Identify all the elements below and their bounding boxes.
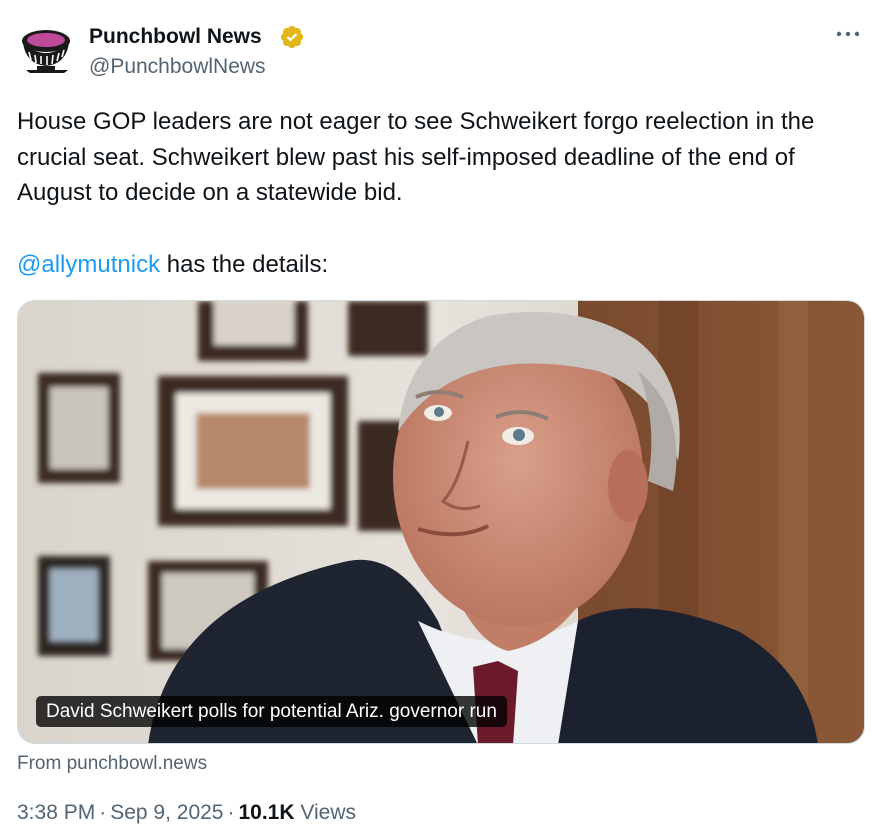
card-source-link[interactable]: From punchbowl.news (17, 752, 207, 776)
views-label: Views (300, 801, 357, 824)
meta-separator: · (99, 801, 107, 824)
more-options-button[interactable] (832, 22, 864, 46)
article-photo (18, 301, 864, 743)
meta-separator: · (227, 801, 235, 824)
tweet-date[interactable]: Sep 9, 2025 (110, 801, 223, 824)
tweet-meta: 3:38 PM · Sep 9, 2025 · 10.1K Views (17, 799, 356, 827)
tweet: Punchbowl News @PunchbowlNews House GOP … (0, 0, 882, 838)
card-caption: David Schweikert polls for potential Ari… (36, 696, 507, 727)
author-handle[interactable]: @PunchbowlNews (89, 54, 266, 80)
link-card[interactable]: David Schweikert polls for potential Ari… (17, 300, 865, 744)
punch-bowl-logo-icon[interactable] (17, 22, 77, 78)
views-count: 10.1K (238, 801, 295, 824)
more-options-icon (836, 31, 860, 37)
tweet-details-line: @allymutnick has the details: (17, 247, 867, 283)
mention-link[interactable]: @allymutnick (17, 251, 160, 278)
verified-badge-icon (279, 24, 305, 50)
tweet-time[interactable]: 3:38 PM (17, 801, 95, 824)
tweet-body-text: House GOP leaders are not eager to see S… (17, 108, 815, 206)
author-name[interactable]: Punchbowl News (89, 24, 262, 50)
tweet-text: House GOP leaders are not eager to see S… (17, 104, 867, 282)
tweet-details-text: has the details: (160, 250, 329, 278)
